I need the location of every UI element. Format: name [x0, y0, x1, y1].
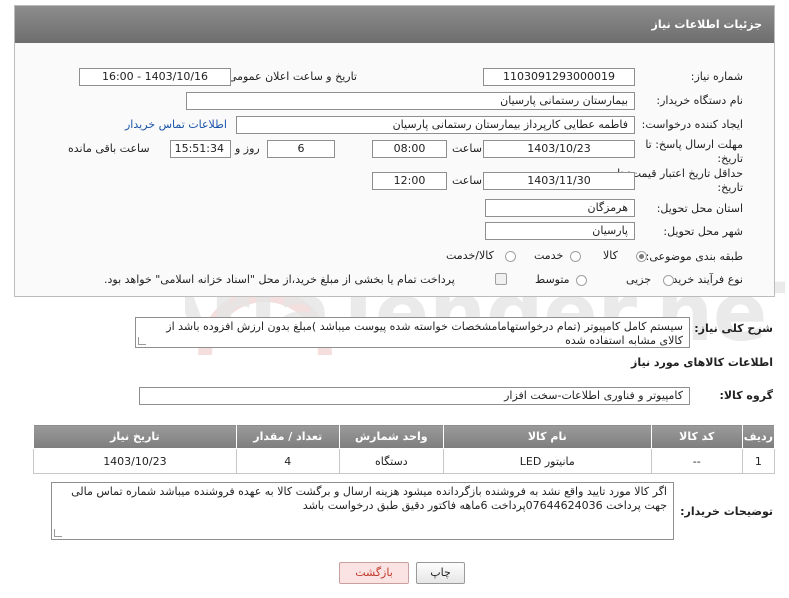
- cell-need-date: 1403/10/23: [33, 448, 237, 474]
- category-option-goods-service: کالا/خدمت: [446, 249, 494, 262]
- goods-section-title: اطلاعات کالاهای مورد نیاز: [631, 356, 773, 369]
- category-radio-goods-service[interactable]: [505, 251, 516, 262]
- buyer-org-field: بیمارستان رستمانی پارسیان: [186, 92, 635, 110]
- cell-unit: دستگاه: [338, 448, 444, 474]
- column-header-quantity: تعداد / مقدار: [235, 424, 340, 449]
- cell-goods-code: --: [650, 448, 743, 474]
- province-field: هرمزگان: [485, 199, 635, 217]
- cell-quantity: 4: [235, 448, 340, 474]
- back-button[interactable]: بازگشت: [339, 562, 409, 584]
- buyer-contact-link[interactable]: اطلاعات تماس خریدار: [125, 118, 227, 131]
- process-radio-medium[interactable]: [576, 275, 587, 286]
- buyer-notes-textarea: اگر کالا مورد تایید واقع نشد به فروشنده …: [51, 482, 674, 540]
- column-header-row-number: ردیف: [741, 424, 776, 449]
- goods-table: ردیف کد کالا نام کالا واحد شمارش تعداد /…: [33, 424, 776, 474]
- table-header-row: ردیف کد کالا نام کالا واحد شمارش تعداد /…: [33, 424, 776, 449]
- need-number-label: شماره نیاز:: [690, 70, 743, 83]
- announce-datetime-field: 1403/10/16 - 16:00: [79, 68, 231, 86]
- category-option-goods: کالا: [603, 249, 618, 262]
- process-radio-minor[interactable]: [663, 275, 674, 286]
- resize-handle-icon[interactable]: [138, 337, 146, 345]
- remaining-label: ساعت باقی مانده: [68, 142, 150, 155]
- city-label: شهر محل تحویل:: [663, 225, 743, 238]
- buyer-org-label: نام دستگاه خریدار:: [656, 94, 743, 107]
- buyer-notes-label: توضیحات خریدار:: [680, 505, 773, 518]
- description-label: شرح کلی نیاز:: [694, 322, 773, 335]
- category-label: طبقه بندی موضوعی:: [645, 250, 743, 263]
- description-textarea: سیستم کامل کامپیوتر (تمام درخواستهامامشخ…: [135, 317, 690, 348]
- days-label: روز و: [235, 142, 260, 155]
- treasury-payment-checkbox[interactable]: [495, 273, 507, 285]
- category-radio-service[interactable]: [570, 251, 581, 262]
- deadline-time-label: ساعت: [452, 142, 482, 155]
- treasury-payment-note: پرداخت تمام یا بخشی از مبلغ خرید،از محل …: [104, 273, 455, 286]
- need-number-field: 1103091293000019: [483, 68, 635, 86]
- validity-label-line1: حداقل تاریخ اعتبار قیمت: تا: [617, 167, 743, 180]
- deadline-time-field: 08:00: [372, 140, 447, 158]
- panel-header: جزئیات اطلاعات نیاز: [15, 6, 774, 43]
- print-button[interactable]: چاپ: [416, 562, 465, 584]
- creator-field: فاطمه عطایی کارپرداز بیمارستان رستمانی پ…: [236, 116, 635, 134]
- remaining-days-field: 6: [267, 140, 335, 158]
- table-row: 1 -- مانیتور LED دستگاه 4 1403/10/23: [33, 448, 776, 474]
- validity-time-field: 12:00: [372, 172, 447, 190]
- creator-label: ایجاد کننده درخواست:: [641, 118, 743, 131]
- buyer-notes-text: اگر کالا مورد تایید واقع نشد به فروشنده …: [71, 485, 667, 512]
- validity-date-field: 1403/11/30: [483, 172, 635, 190]
- resize-handle-icon[interactable]: [54, 529, 62, 537]
- city-field: پارسیان: [485, 222, 635, 240]
- announce-datetime-label: تاریخ و ساعت اعلان عمومی:: [224, 70, 357, 83]
- validity-label-line2: تاریخ:: [717, 181, 743, 194]
- process-option-minor: جزیی: [626, 273, 652, 286]
- cell-goods-name: مانیتور LED: [442, 448, 652, 474]
- column-header-goods-code: کد کالا: [650, 424, 743, 449]
- goods-group-label: گروه کالا:: [719, 389, 773, 402]
- category-radio-goods[interactable]: [636, 251, 647, 262]
- column-header-unit: واحد شمارش: [338, 424, 444, 449]
- province-label: استان محل تحویل:: [656, 202, 743, 215]
- column-header-need-date: تاریخ نیاز: [33, 424, 237, 449]
- deadline-label-line1: مهلت ارسال پاسخ: تا: [645, 138, 743, 151]
- process-option-medium: متوسط: [535, 273, 570, 286]
- validity-time-label: ساعت: [452, 174, 482, 187]
- deadline-label-line2: تاریخ:: [717, 152, 743, 165]
- deadline-date-field: 1403/10/23: [483, 140, 635, 158]
- cell-row-number: 1: [741, 448, 776, 474]
- goods-group-field: کامپیوتر و فناوری اطلاعات-سخت افزار: [139, 387, 690, 405]
- category-option-service: خدمت: [534, 249, 564, 262]
- description-text: سیستم کامل کامپیوتر (تمام درخواستهامامشخ…: [166, 320, 683, 347]
- column-header-goods-name: نام کالا: [442, 424, 652, 449]
- process-label: نوع فرآیند خرید :: [665, 273, 743, 286]
- remaining-time-field: 15:51:34: [170, 140, 231, 158]
